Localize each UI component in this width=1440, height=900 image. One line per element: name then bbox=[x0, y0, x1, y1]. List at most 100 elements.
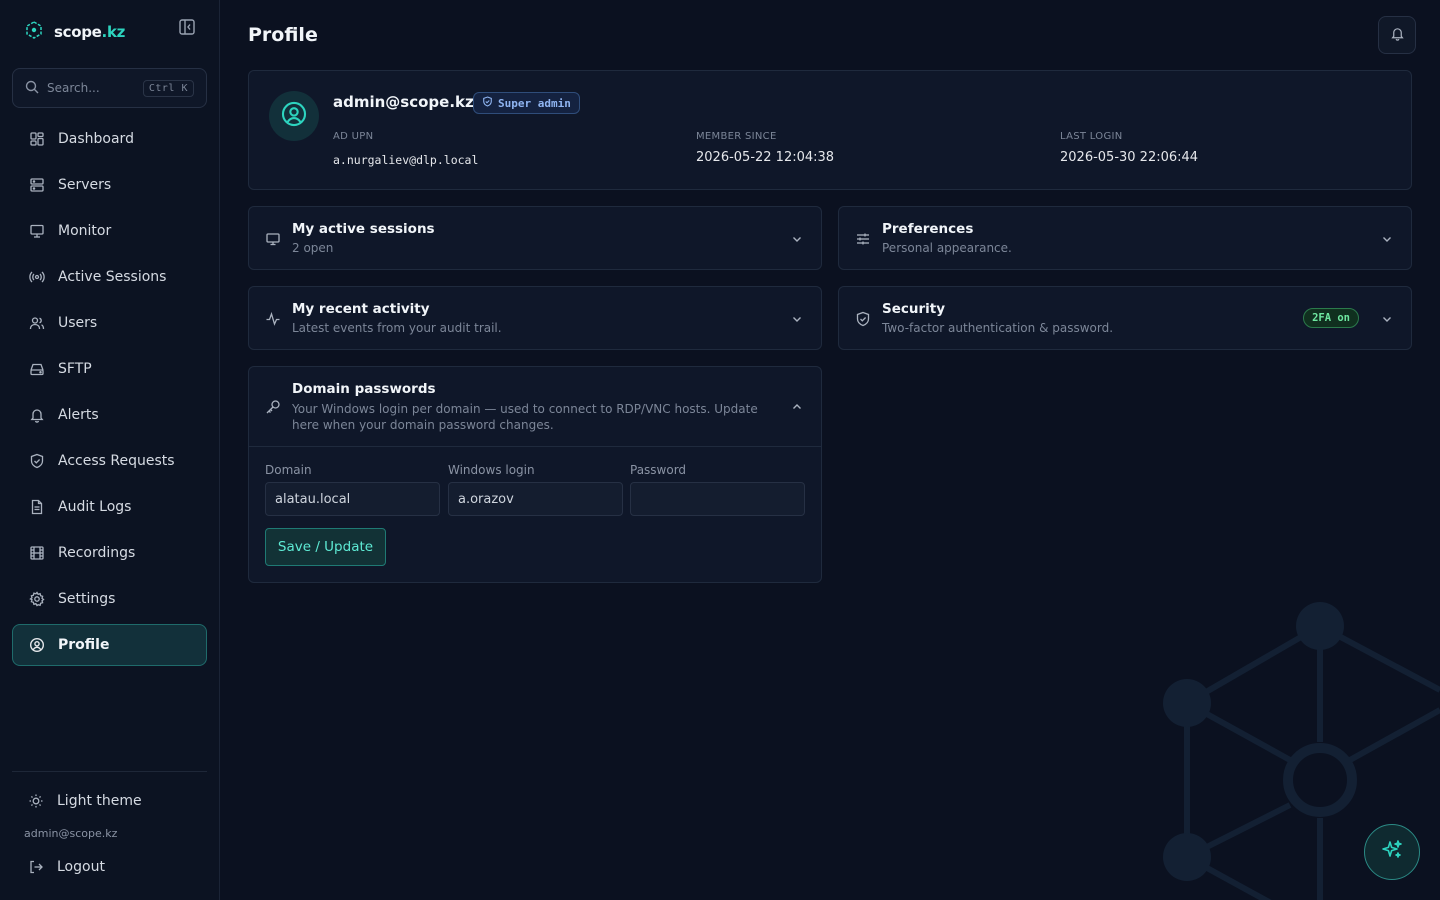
sidebar-item-audit-logs[interactable]: Audit Logs bbox=[12, 486, 207, 528]
shield-check-icon bbox=[29, 453, 45, 469]
search-box[interactable]: Search... Ctrl K bbox=[12, 68, 207, 108]
sidebar-item-label: Monitor bbox=[58, 223, 112, 239]
shield-check-icon bbox=[855, 311, 871, 327]
sidebar-item-label: Settings bbox=[58, 591, 116, 607]
section-subtitle: Two-factor authentication & password. bbox=[882, 321, 1114, 335]
monitor-icon bbox=[265, 231, 281, 247]
sidebar-item-label: Users bbox=[58, 315, 98, 331]
windows-login-input[interactable]: a.orazov bbox=[448, 482, 623, 516]
sidebar-item-dashboard[interactable]: Dashboard bbox=[12, 118, 207, 160]
security-section[interactable]: Security Two-factor authentication & pas… bbox=[838, 286, 1412, 350]
section-title: Preferences bbox=[882, 221, 974, 237]
domain-passwords-section: Domain passwords Your Windows login per … bbox=[248, 366, 822, 583]
preferences-section[interactable]: Preferences Personal appearance. bbox=[838, 206, 1412, 270]
user-circle-icon bbox=[280, 100, 308, 132]
notifications-button[interactable] bbox=[1378, 16, 1416, 54]
sidebar-collapse-icon bbox=[178, 18, 196, 40]
sidebar-item-sftp[interactable]: SFTP bbox=[12, 348, 207, 390]
member-since-label: MEMBER SINCE bbox=[696, 131, 777, 142]
last-login-label: LAST LOGIN bbox=[1060, 131, 1123, 142]
sidebar-divider bbox=[12, 771, 207, 772]
bell-icon bbox=[1390, 26, 1405, 45]
ai-assistant-button[interactable] bbox=[1364, 824, 1420, 880]
last-login-value: 2026-05-30 22:06:44 bbox=[1060, 150, 1199, 165]
sidebar-item-users[interactable]: Users bbox=[12, 302, 207, 344]
section-subtitle: Your Windows login per domain — used to … bbox=[292, 402, 758, 432]
domain-passwords-header[interactable]: Domain passwords Your Windows login per … bbox=[249, 367, 821, 447]
activity-icon bbox=[265, 311, 281, 327]
page-title: Profile bbox=[248, 24, 318, 46]
search-shortcut-hint: Ctrl K bbox=[142, 79, 194, 97]
role-badge-label: Super admin bbox=[498, 96, 571, 110]
sun-icon bbox=[28, 793, 44, 809]
chevron-down-icon bbox=[1379, 231, 1395, 247]
server-icon bbox=[29, 177, 45, 193]
brand-name: scope.kz bbox=[54, 23, 126, 41]
sidebar-item-label: Audit Logs bbox=[58, 499, 132, 515]
sidebar-item-active-sessions[interactable]: Active Sessions bbox=[12, 256, 207, 298]
sidebar-item-label: Access Requests bbox=[58, 453, 175, 469]
search-placeholder: Search... bbox=[47, 81, 100, 95]
broadcast-icon bbox=[29, 269, 45, 285]
member-since-value: 2026-05-22 12:04:38 bbox=[696, 150, 835, 165]
dashboard-icon bbox=[29, 131, 45, 147]
role-badge: Super admin bbox=[473, 92, 580, 114]
chevron-up-icon bbox=[789, 399, 805, 415]
sidebar-item-recordings[interactable]: Recordings bbox=[12, 532, 207, 574]
ad-upn-label: AD UPN bbox=[333, 131, 374, 142]
chevron-down-icon bbox=[789, 231, 805, 247]
section-subtitle: Personal appearance. bbox=[882, 241, 1012, 255]
sidebar-item-access-requests[interactable]: Access Requests bbox=[12, 440, 207, 482]
password-input[interactable] bbox=[630, 482, 805, 516]
profile-summary-card: admin@scope.kz Super admin AD UPN a.nurg… bbox=[248, 70, 1412, 190]
section-subtitle: 2 open bbox=[292, 241, 334, 255]
theme-toggle-button[interactable]: Light theme bbox=[12, 782, 207, 820]
search-icon bbox=[25, 79, 39, 98]
gear-icon bbox=[29, 591, 45, 607]
sidebar-item-label: Active Sessions bbox=[58, 269, 167, 285]
logout-label: Logout bbox=[57, 859, 105, 875]
section-subtitle: Latest events from your audit trail. bbox=[292, 321, 502, 335]
sidebar-item-profile[interactable]: Profile bbox=[12, 624, 207, 666]
shield-check-icon bbox=[482, 96, 493, 110]
logout-icon bbox=[28, 859, 44, 875]
recent-activity-section[interactable]: My recent activity Latest events from yo… bbox=[248, 286, 822, 350]
bell-icon bbox=[29, 407, 45, 423]
2fa-status-badge: 2FA on bbox=[1303, 308, 1359, 328]
sparkles-icon bbox=[1380, 838, 1404, 866]
active-sessions-section[interactable]: My active sessions 2 open bbox=[248, 206, 822, 270]
film-icon bbox=[29, 545, 45, 561]
chevron-down-icon bbox=[1379, 311, 1395, 327]
theme-toggle-label: Light theme bbox=[57, 793, 142, 809]
sidebar-item-settings[interactable]: Settings bbox=[12, 578, 207, 620]
ad-upn-value: a.nurgaliev@dlp.local bbox=[333, 153, 479, 167]
ad-upn-block: AD UPN a.nurgaliev@dlp.local bbox=[333, 131, 478, 167]
sidebar-item-label: Recordings bbox=[58, 545, 136, 561]
hexagon-logo-icon bbox=[24, 20, 44, 44]
sidebar-item-label: Servers bbox=[58, 177, 112, 193]
monitor-icon bbox=[29, 223, 45, 239]
sidebar-item-label: SFTP bbox=[58, 361, 92, 377]
last-login-block: LAST LOGIN 2026-05-30 22:06:44 bbox=[1060, 131, 1198, 165]
section-title: Domain passwords bbox=[292, 381, 436, 397]
profile-name: admin@scope.kz bbox=[333, 93, 474, 111]
collapse-sidebar-button[interactable] bbox=[176, 18, 198, 40]
sidebar-item-monitor[interactable]: Monitor bbox=[12, 210, 207, 252]
users-icon bbox=[29, 315, 45, 331]
avatar bbox=[269, 91, 319, 141]
drive-icon bbox=[29, 361, 45, 377]
sidebar: scope.kz Search... Ctrl K Dashboard Serv… bbox=[0, 0, 220, 900]
key-icon bbox=[265, 399, 281, 415]
user-circle-icon bbox=[29, 637, 45, 653]
domain-field-label: Domain bbox=[265, 463, 312, 477]
sidebar-item-label: Profile bbox=[58, 637, 110, 653]
sidebar-item-servers[interactable]: Servers bbox=[12, 164, 207, 206]
chevron-down-icon bbox=[789, 311, 805, 327]
current-user-email: admin@scope.kz bbox=[24, 827, 118, 840]
member-since-block: MEMBER SINCE 2026-05-22 12:04:38 bbox=[696, 131, 834, 165]
sidebar-item-alerts[interactable]: Alerts bbox=[12, 394, 207, 436]
brand-logo[interactable]: scope.kz bbox=[24, 20, 125, 44]
domain-input[interactable]: alatau.local bbox=[265, 482, 440, 516]
logout-button[interactable]: Logout bbox=[12, 848, 207, 886]
save-update-button[interactable]: Save / Update bbox=[265, 528, 386, 566]
